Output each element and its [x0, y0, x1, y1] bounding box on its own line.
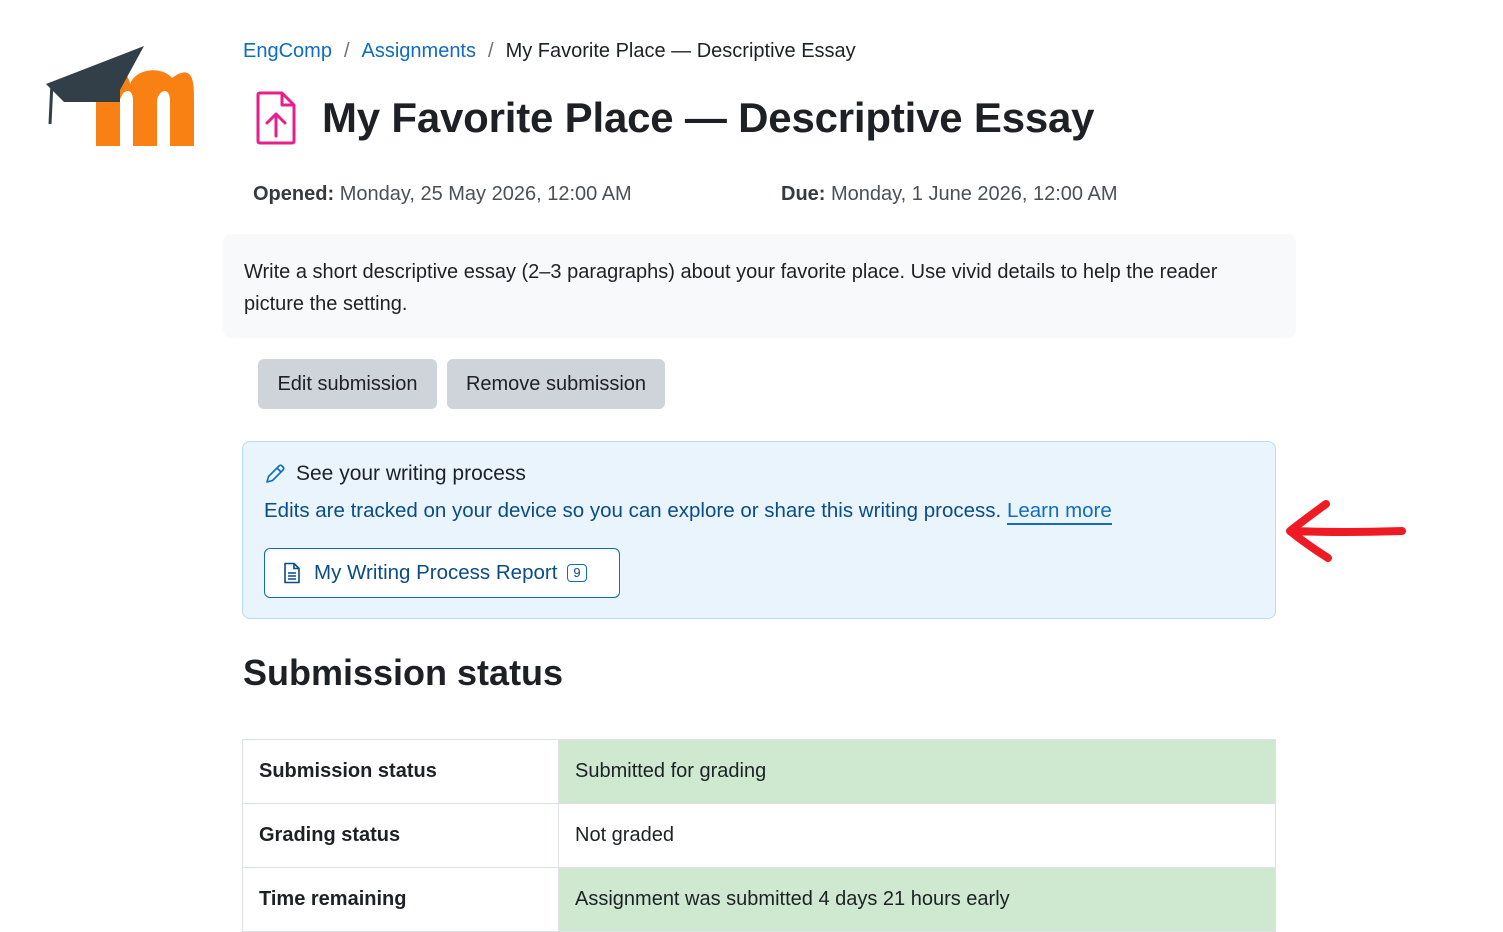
- writing-process-heading: See your writing process: [264, 462, 526, 486]
- annotation-arrow-icon: [1286, 500, 1406, 562]
- breadcrumb: EngComp / Assignments / My Favorite Plac…: [243, 40, 856, 63]
- row-value: Submitted for grading: [558, 739, 1276, 804]
- moodle-logo: [46, 46, 194, 146]
- writing-process-report-button[interactable]: My Writing Process Report 9: [264, 548, 620, 598]
- table-row: Grading status Not graded: [242, 803, 1276, 868]
- breadcrumb-item-assignments[interactable]: Assignments: [362, 40, 477, 63]
- report-count-badge: 9: [567, 564, 587, 582]
- breadcrumb-separator: /: [343, 40, 350, 62]
- writing-process-description: Edits are tracked on your device so you …: [264, 499, 1112, 525]
- writing-process-panel: See your writing process Edits are track…: [242, 441, 1276, 619]
- assignment-dates: Opened: Monday, 25 May 2026, 12:00 AM Du…: [253, 183, 1118, 206]
- breadcrumb-separator: /: [488, 40, 494, 62]
- row-label: Submission status: [242, 739, 559, 804]
- report-button-label: My Writing Process Report: [314, 561, 558, 584]
- row-value: Not graded: [558, 803, 1276, 868]
- due-date: Due: Monday, 1 June 2026, 12:00 AM: [781, 183, 1118, 205]
- row-label: Grading status: [242, 803, 559, 868]
- page-header: My Favorite Place — Descriptive Essay: [254, 90, 1095, 146]
- table-row: Time remaining Assignment was submitted …: [242, 867, 1276, 932]
- pencil-icon: [266, 464, 285, 483]
- row-label: Time remaining: [242, 867, 559, 932]
- learn-more-link[interactable]: Learn more: [1006, 499, 1112, 525]
- submission-status-heading: Submission status: [243, 652, 564, 693]
- page-title: My Favorite Place — Descriptive Essay: [322, 94, 1095, 141]
- file-upload-icon: [256, 91, 296, 145]
- breadcrumb-item-engcomp[interactable]: EngComp: [243, 40, 332, 63]
- row-value: Assignment was submitted 4 days 21 hours…: [558, 867, 1276, 932]
- document-icon: [284, 562, 300, 584]
- table-row: Submission status Submitted for grading: [242, 739, 1276, 804]
- submission-status-table: Submission status Submitted for grading …: [242, 739, 1276, 932]
- assignment-description: Write a short descriptive essay (2–3 par…: [223, 234, 1296, 338]
- edit-submission-button[interactable]: Edit submission: [258, 359, 437, 409]
- remove-submission-button[interactable]: Remove submission: [447, 359, 665, 409]
- opened-date: Opened: Monday, 25 May 2026, 12:00 AM: [253, 183, 632, 205]
- breadcrumb-item-current: My Favorite Place — Descriptive Essay: [505, 40, 856, 62]
